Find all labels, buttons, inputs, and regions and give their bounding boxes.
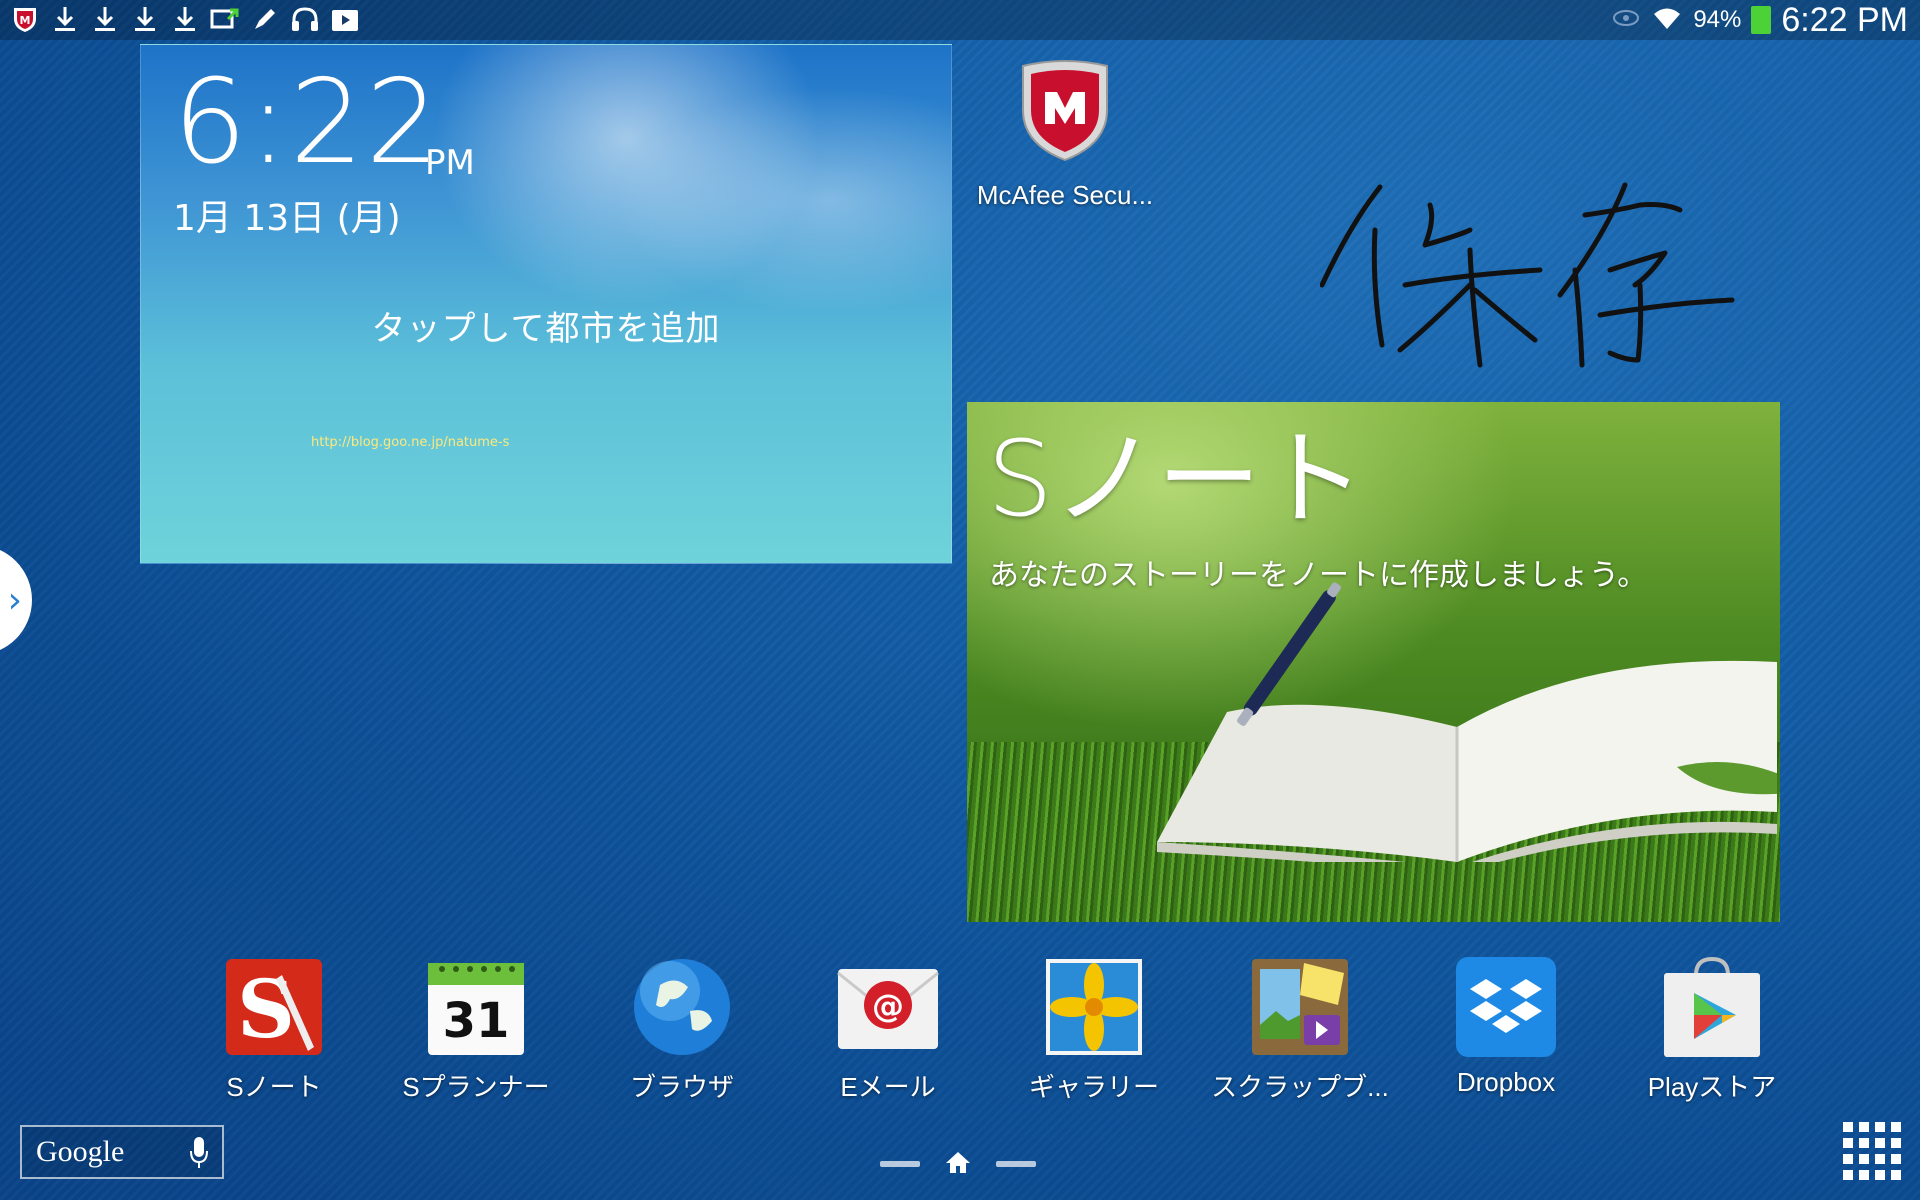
app-scrapbook[interactable]: スクラップブ...	[1200, 955, 1400, 1104]
clock-ampm: PM	[425, 143, 475, 183]
apps-grid-icon[interactable]	[1843, 1122, 1901, 1180]
battery-icon	[1751, 6, 1772, 34]
status-time: 6:22 PM	[1781, 0, 1908, 39]
app-label: スクラップブ...	[1211, 1072, 1389, 1102]
watermark-url: http://blog.goo.ne.jp/natume-s	[311, 435, 510, 450]
headphones-icon	[290, 4, 320, 34]
app-dock: S Sノート 31 Sプランナー ブラウザ @ Eメール ギャラリー スクラップ…	[140, 955, 1780, 1105]
svg-text:S: S	[237, 962, 295, 1056]
app-mcafee[interactable]: McAfee Secu...	[960, 58, 1170, 211]
snote-icon: S	[222, 955, 326, 1059]
app-label: Playストア	[1647, 1072, 1777, 1102]
page-indicator[interactable]	[880, 1150, 1036, 1178]
app-snote[interactable]: S Sノート	[174, 955, 374, 1104]
snote-widget[interactable]: Sノート あなたのストーリーをノートに作成しましょう。	[967, 402, 1780, 922]
chevron-right-icon: ›	[7, 579, 22, 621]
download-icon	[50, 4, 80, 34]
mcafee-icon: M	[10, 4, 40, 34]
scrapbook-icon	[1248, 955, 1352, 1059]
media-icon	[330, 4, 360, 34]
home-screen: { "status_bar": { "battery_percent": "94…	[0, 0, 1920, 1200]
download-icon	[170, 4, 200, 34]
battery-percent: 94%	[1693, 6, 1742, 33]
app-label: Sノート	[226, 1072, 322, 1102]
handwritten-note	[1319, 175, 1740, 375]
calendar-icon: 31	[424, 955, 528, 1059]
svg-text:@: @	[872, 987, 904, 1025]
eye-icon	[1611, 8, 1641, 32]
page-dot[interactable]	[880, 1161, 920, 1167]
page-dot[interactable]	[996, 1161, 1036, 1167]
play-store-icon	[1660, 955, 1764, 1059]
clock-widget[interactable]: 6:22 PM 1月 13日 (月) タップして都市を追加 http://blo…	[140, 44, 952, 564]
svg-text:M: M	[20, 14, 31, 27]
home-icon[interactable]	[944, 1150, 972, 1178]
app-email[interactable]: @ Eメール	[788, 955, 988, 1104]
clock-date: 1月 13日 (月)	[173, 198, 401, 239]
app-play-store[interactable]: Playストア	[1612, 955, 1812, 1104]
app-browser[interactable]: ブラウザ	[582, 955, 782, 1104]
google-search-bar[interactable]: Google	[20, 1125, 224, 1179]
mcafee-shield-icon	[1015, 58, 1115, 166]
wifi-icon	[1651, 3, 1683, 37]
app-label: ギャラリー	[1028, 1072, 1159, 1102]
app-label: ブラウザ	[629, 1072, 734, 1102]
calendar-day: 31	[443, 993, 510, 1049]
status-bar[interactable]: M 94% 6:22 PM	[0, 0, 1920, 40]
app-label: Sプランナー	[402, 1072, 550, 1102]
download-icon	[90, 4, 120, 34]
app-gallery[interactable]: ギャラリー	[994, 955, 1194, 1104]
mic-icon[interactable]	[190, 1137, 208, 1173]
google-logo: Google	[36, 1135, 125, 1168]
app-dropbox[interactable]: Dropbox	[1406, 955, 1606, 1098]
side-panel-tab[interactable]: ›	[0, 545, 32, 655]
pen-icon	[250, 4, 280, 34]
status-icons: 94% 6:22 PM	[1611, 0, 1908, 40]
snote-title: Sノート	[987, 418, 1366, 540]
email-icon: @	[836, 955, 940, 1059]
screen-share-icon	[210, 4, 240, 34]
app-splanner[interactable]: 31 Sプランナー	[376, 955, 576, 1104]
globe-icon	[630, 955, 734, 1059]
notification-icons: M	[10, 4, 360, 34]
download-icon	[130, 4, 160, 34]
app-label: Dropbox	[1456, 1067, 1556, 1097]
app-label: McAfee Secu...	[976, 180, 1154, 210]
app-label: Eメール	[840, 1072, 936, 1102]
dropbox-icon	[1454, 955, 1558, 1059]
add-city-link[interactable]: タップして都市を追加	[141, 301, 951, 350]
snote-subtitle: あなたのストーリーをノートに作成しましょう。	[989, 558, 1648, 593]
gallery-icon	[1042, 955, 1146, 1059]
clock-time: 6:22	[173, 55, 442, 190]
